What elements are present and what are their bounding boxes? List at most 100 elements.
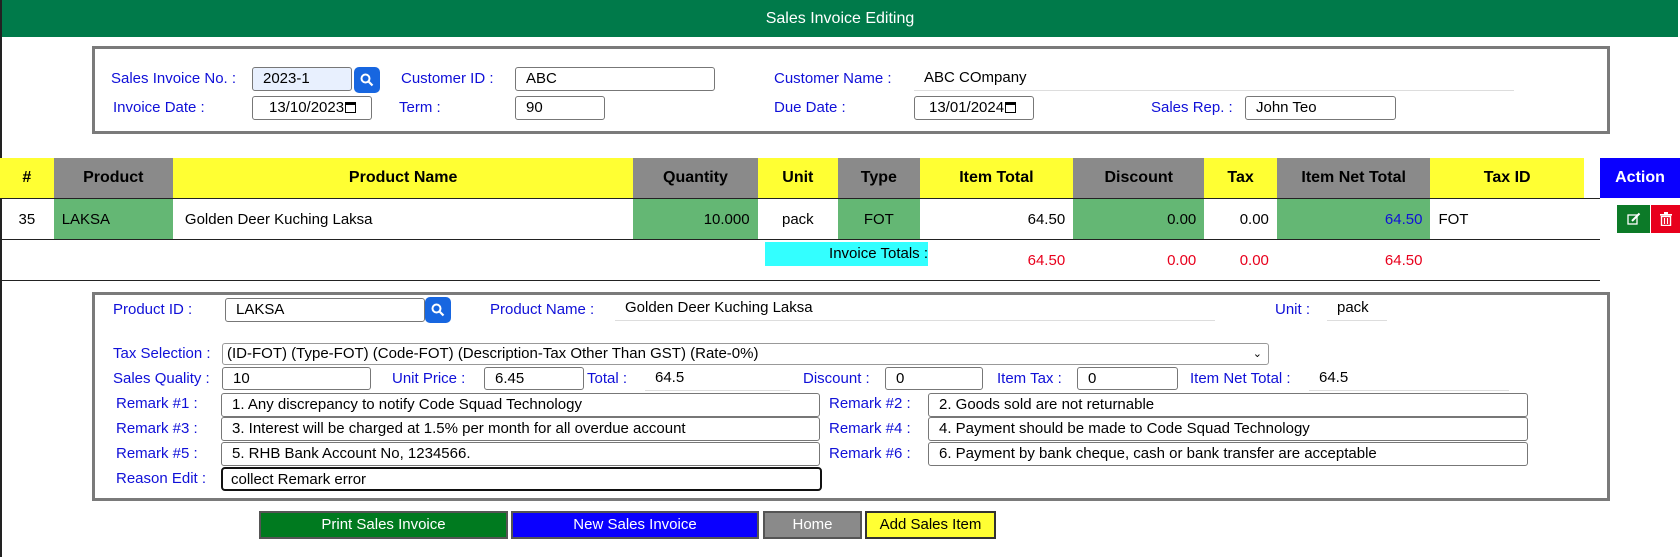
- remark-5-label: Remark #5 :: [116, 445, 198, 462]
- add-sales-item-button[interactable]: Add Sales Item: [865, 511, 996, 539]
- row-tax-id: FOT: [1438, 210, 1469, 228]
- edit-row-button[interactable]: [1617, 205, 1650, 233]
- remark-2-input[interactable]: 2. Goods sold are not returnable: [928, 393, 1528, 417]
- discount-input[interactable]: 0: [885, 367, 983, 390]
- total-label: Total :: [587, 370, 628, 387]
- col-header-unit: Unit: [757, 158, 839, 199]
- invoice-no-label: Sales Invoice No. :: [111, 70, 237, 87]
- unit-field[interactable]: pack: [1327, 297, 1387, 321]
- customer-name-label: Customer Name :: [774, 70, 892, 87]
- invoice-no-input[interactable]: 2023-1: [252, 67, 352, 91]
- col-header-discount: Discount: [1073, 158, 1205, 199]
- remark-5-input[interactable]: 5. RHB Bank Account No, 1234566.: [221, 442, 820, 466]
- delete-row-button[interactable]: [1651, 205, 1680, 233]
- search-icon: [360, 73, 374, 87]
- page-title: Sales Invoice Editing: [765, 10, 915, 27]
- customer-id-label: Customer ID :: [401, 70, 494, 87]
- unit-price-label: Unit Price :: [392, 370, 466, 387]
- home-button[interactable]: Home: [763, 511, 862, 539]
- calendar-icon: [345, 102, 357, 113]
- row-discount: 0.00: [1073, 198, 1205, 240]
- remark-4-input[interactable]: 4. Payment should be made to Code Squad …: [928, 417, 1528, 441]
- row-num: 35: [18, 210, 36, 228]
- totals-discount: 0.00: [1167, 251, 1197, 269]
- calendar-icon: [1005, 102, 1017, 113]
- col-header-tax-id: Tax ID: [1430, 158, 1584, 199]
- invoice-date-input[interactable]: 13/10/2023: [252, 96, 372, 120]
- due-date-input[interactable]: 13/01/2024: [914, 96, 1034, 120]
- invoice-totals-label: Invoice Totals :: [765, 242, 928, 266]
- tax-selection-value: (ID-FOT) (Type-FOT) (Code-FOT) (Descript…: [227, 345, 759, 362]
- remark-3-input[interactable]: 3. Interest will be charged at 1.5% per …: [221, 417, 820, 441]
- due-date-label: Due Date :: [774, 99, 846, 116]
- item-tax-input[interactable]: 0: [1077, 367, 1178, 390]
- action-header: Action: [1600, 158, 1680, 198]
- sales-rep-input[interactable]: John Teo: [1245, 96, 1396, 120]
- col-header-tax: Tax: [1204, 158, 1277, 199]
- reason-edit-input[interactable]: collect Remark error: [221, 467, 822, 491]
- remark-4-label: Remark #4 :: [829, 420, 911, 437]
- invoice-date-label: Invoice Date :: [113, 99, 205, 116]
- table-header-row: # Product Product Name Quantity Unit Typ…: [0, 158, 1600, 199]
- row-spacer: [1584, 199, 1600, 240]
- row-item-net-total: 64.50: [1276, 198, 1431, 240]
- row-unit: pack: [782, 210, 814, 228]
- search-icon: [431, 303, 445, 317]
- item-net-total-label: Item Net Total :: [1190, 370, 1291, 387]
- invoice-search-button[interactable]: [354, 67, 380, 93]
- row-type: FOT: [838, 198, 920, 240]
- col-header-product-name: Product Name: [172, 158, 634, 199]
- print-sales-invoice-button[interactable]: Print Sales Invoice: [259, 511, 508, 539]
- remark-3-label: Remark #3 :: [116, 420, 198, 437]
- remark-6-input[interactable]: 6. Payment by bank cheque, cash or bank …: [928, 442, 1528, 466]
- remark-1-input[interactable]: 1. Any discrepancy to notify Code Squad …: [221, 393, 820, 417]
- header-bar: Sales Invoice Editing: [2, 0, 1678, 37]
- remark-1-label: Remark #1 :: [116, 395, 198, 412]
- product-id-input[interactable]: LAKSA: [225, 298, 425, 322]
- edit-icon: [1626, 212, 1640, 225]
- term-input[interactable]: 90: [515, 96, 605, 120]
- discount-label: Discount :: [803, 370, 870, 387]
- col-header-type: Type: [838, 158, 920, 199]
- col-header-product: Product: [53, 158, 173, 199]
- trash-icon: [1659, 212, 1672, 226]
- col-header-quantity: Quantity: [633, 158, 758, 199]
- term-label: Term :: [399, 99, 441, 116]
- totals-tax: 0.00: [1239, 251, 1269, 269]
- product-name-field[interactable]: Golden Deer Kuching Laksa: [615, 297, 1215, 321]
- unit-label: Unit :: [1275, 301, 1311, 318]
- due-date-value: 13/01/2024: [929, 99, 1005, 116]
- action-header-label: Action: [1615, 169, 1665, 186]
- sales-rep-label: Sales Rep. :: [1151, 99, 1233, 116]
- total-field[interactable]: 64.5: [645, 367, 790, 391]
- totals-item-total: 64.50: [1027, 251, 1066, 269]
- row-product-name: Golden Deer Kuching Laksa: [184, 210, 373, 228]
- row-item-total: 64.50: [1027, 210, 1066, 228]
- row-quantity: 10.000: [633, 198, 758, 240]
- col-header-item-net-total: Item Net Total: [1276, 158, 1431, 199]
- reason-edit-label: Reason Edit :: [116, 470, 207, 487]
- sales-quantity-input[interactable]: 10: [222, 367, 371, 390]
- customer-name-field[interactable]: ABC COmpany: [914, 67, 1514, 91]
- item-net-total-field[interactable]: 64.5: [1309, 367, 1509, 391]
- col-header-spacer: [1583, 158, 1600, 199]
- totals-net-total: 64.50: [1384, 251, 1423, 269]
- chevron-down-icon: ⌄: [1252, 348, 1262, 360]
- row-product: LAKSA: [53, 198, 173, 240]
- product-id-label: Product ID :: [113, 301, 193, 318]
- row-tax: 0.00: [1239, 210, 1269, 228]
- new-sales-invoice-button[interactable]: New Sales Invoice: [511, 511, 759, 539]
- product-name-label: Product Name :: [490, 301, 595, 318]
- col-header-item-total: Item Total: [919, 158, 1074, 199]
- tax-selection-select[interactable]: (ID-FOT) (Type-FOT) (Code-FOT) (Descript…: [222, 343, 1269, 365]
- invoice-date-value: 13/10/2023: [269, 99, 345, 116]
- tax-selection-label: Tax Selection :: [113, 345, 211, 362]
- product-search-button[interactable]: [425, 297, 451, 323]
- sales-quantity-label: Sales Quality :: [113, 370, 210, 387]
- totals-blank: [0, 240, 838, 281]
- item-tax-label: Item Tax :: [997, 370, 1062, 387]
- customer-id-input[interactable]: ABC: [515, 67, 715, 91]
- remark-2-label: Remark #2 :: [829, 395, 911, 412]
- totals-blank-3: [1584, 240, 1600, 281]
- unit-price-input[interactable]: 6.45: [484, 367, 584, 390]
